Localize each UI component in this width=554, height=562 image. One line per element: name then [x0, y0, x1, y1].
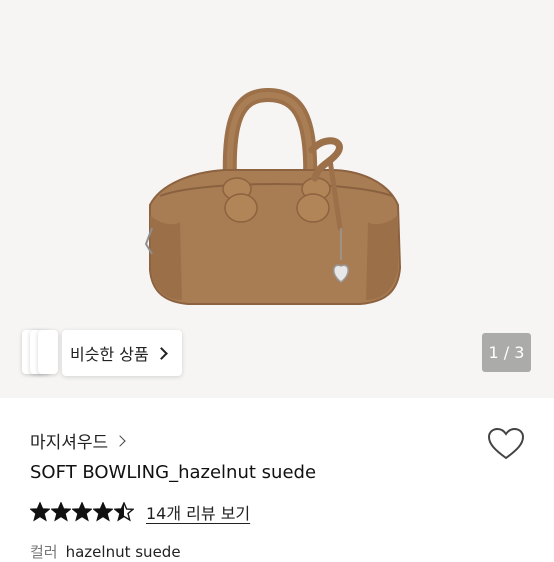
product-title: SOFT BOWLING_hazelnut suede [30, 462, 317, 483]
heart-icon[interactable] [487, 427, 525, 461]
similar-products-button[interactable]: 비슷한 상품 [62, 330, 182, 376]
star-icon [114, 502, 134, 522]
product-image-carousel[interactable]: 비슷한 상품 1 / 3 [0, 0, 554, 398]
similar-thumb [38, 330, 58, 374]
image-page-indicator: 1 / 3 [482, 333, 531, 372]
star-rating [30, 502, 134, 522]
brand-link[interactable]: 마지셔우드 [30, 428, 126, 453]
review-link[interactable]: 14개 리뷰 보기 [146, 500, 250, 524]
star-icon [30, 502, 50, 522]
option-value: hazelnut suede [65, 543, 181, 561]
chevron-right-icon [114, 434, 126, 447]
option-row: 컬러 hazelnut suede [30, 541, 181, 562]
similar-products-label: 비슷한 상품 [70, 345, 149, 364]
star-icon [93, 502, 113, 522]
chevron-right-icon [154, 346, 168, 360]
rating-row: 14개 리뷰 보기 [30, 500, 250, 524]
star-icon [51, 502, 71, 522]
star-icon [72, 502, 92, 522]
option-label: 컬러 [30, 543, 58, 561]
brand-name: 마지셔우드 [30, 433, 109, 453]
